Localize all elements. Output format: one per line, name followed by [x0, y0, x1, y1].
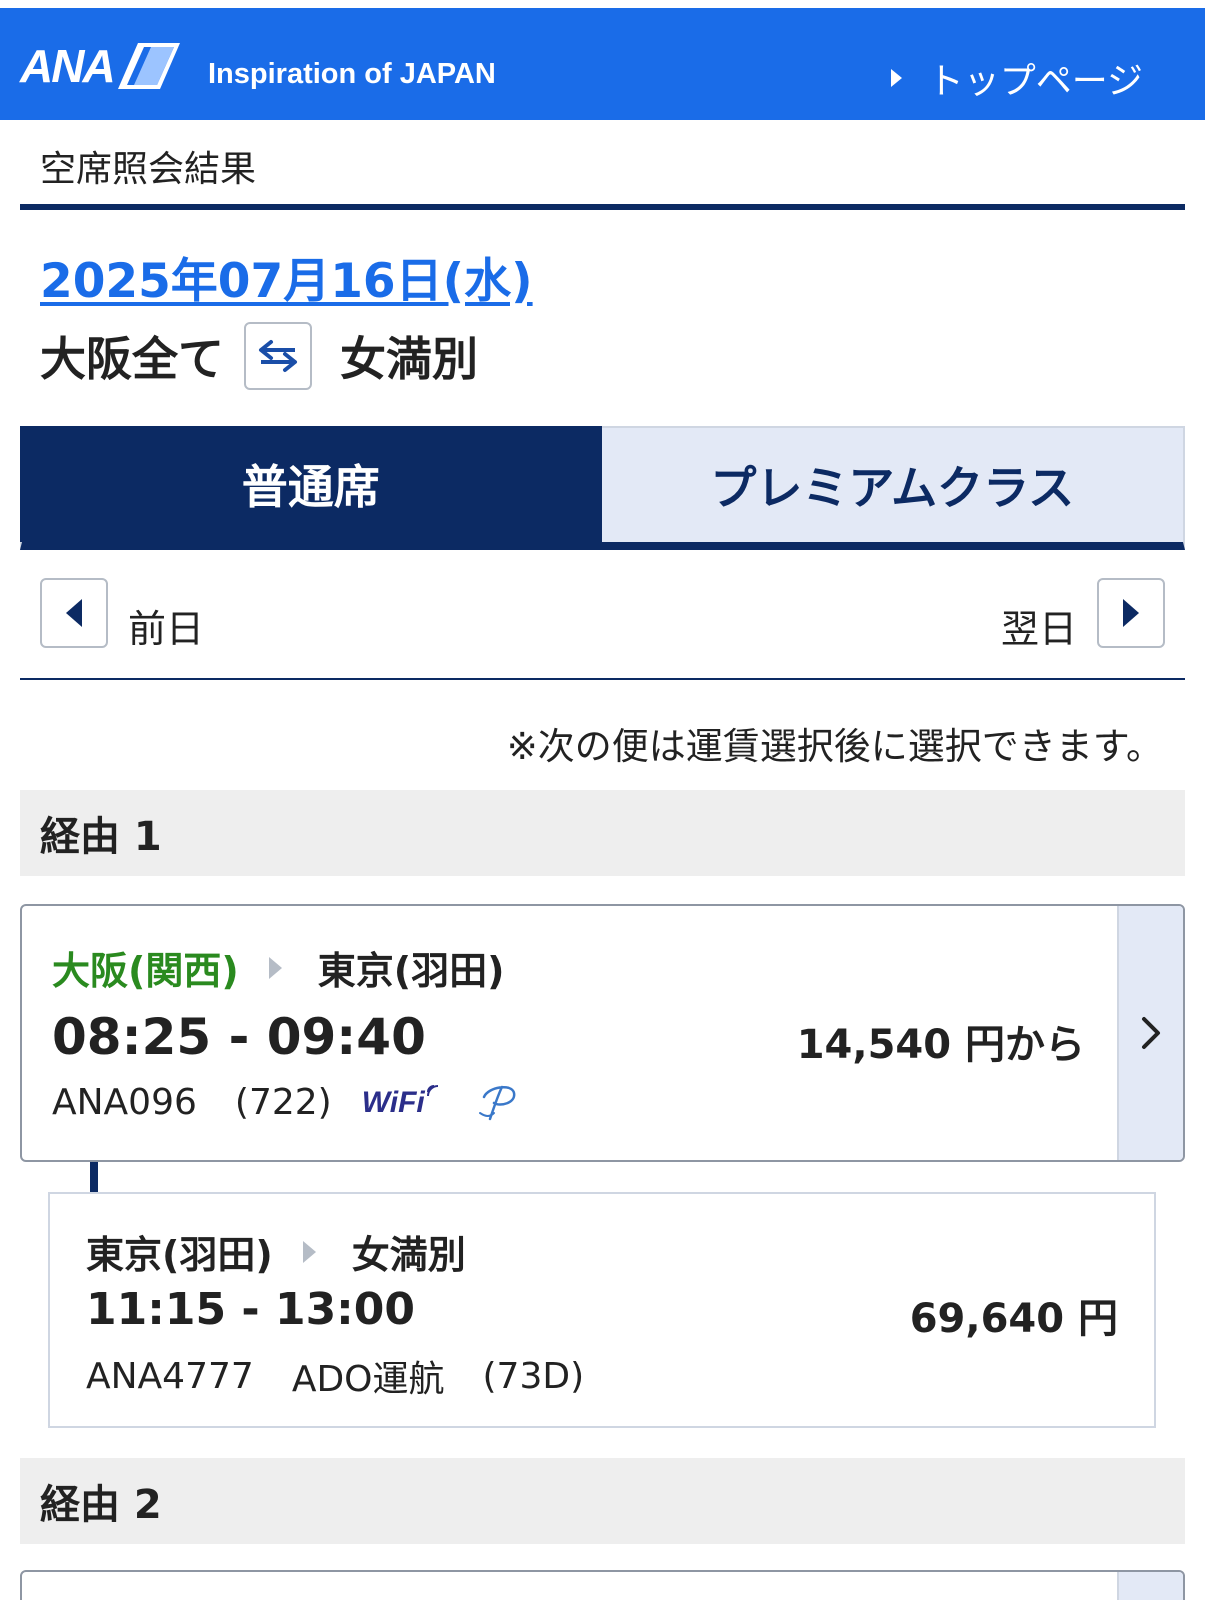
- segment-origin: 東京(羽田): [86, 1233, 273, 1277]
- segment-destination: 女満別: [351, 1233, 466, 1277]
- ana-logo[interactable]: ANA: [20, 40, 180, 92]
- segment-route: 大阪(関西) 東京(羽田): [52, 940, 505, 995]
- operator: ADO運航: [291, 1359, 445, 1400]
- flight-number: ANA096: [52, 1082, 197, 1123]
- wifi-label: WiFi: [361, 1085, 425, 1119]
- swap-route-button[interactable]: [244, 322, 312, 390]
- route-arrow-icon: [268, 956, 282, 979]
- flight-number: ANA4777: [86, 1355, 254, 1397]
- aircraft-type: (722): [234, 1082, 332, 1123]
- origin-city: 大阪全て: [40, 332, 224, 386]
- itinerary-detail-button[interactable]: [1117, 906, 1183, 1160]
- itinerary-card[interactable]: 大阪(関西) 東京(羽田) 08:25 - 09:40 14,540 円から A…: [20, 904, 1185, 1162]
- cabin-tabs: 普通席 プレミアムクラス: [20, 426, 1185, 550]
- caret-right-icon: [1123, 599, 1139, 627]
- previous-day-button[interactable]: [40, 578, 108, 648]
- next-day-button[interactable]: [1097, 578, 1165, 648]
- route-summary: 大阪全て 女満別: [40, 322, 478, 390]
- title-divider: [20, 204, 1185, 210]
- swap-arrows-icon: [259, 340, 297, 372]
- tab-economy[interactable]: 普通席: [20, 426, 602, 542]
- flight-info: ANA096 (722) WiFi: [52, 1082, 518, 1123]
- caret-right-icon: [890, 69, 902, 87]
- selection-notice: ※次の便は運賃選択後に選択できます。: [506, 725, 1163, 768]
- connecting-segment-card: 東京(羽田) 女満別 11:15 - 13:00 69,640 円 ANA477…: [48, 1192, 1156, 1428]
- flight-info: ANA4777 ADO運航 (73D): [86, 1350, 584, 1402]
- wifi-icon: WiFi: [361, 1084, 440, 1120]
- premium-class-icon: [478, 1085, 516, 1120]
- segment-price: 14,540 円から: [796, 1022, 1085, 1068]
- wifi-signal-icon: [426, 1084, 438, 1096]
- itinerary-header: 経由 1: [20, 790, 1185, 876]
- route-arrow-icon: [302, 1240, 316, 1263]
- top-page-link[interactable]: トップページ: [890, 52, 1143, 104]
- tab-premium[interactable]: プレミアムクラス: [601, 428, 1183, 542]
- chevron-right-icon: [1142, 1017, 1160, 1049]
- itinerary-detail-button[interactable]: [1117, 1572, 1183, 1600]
- caret-left-icon: [66, 599, 82, 627]
- segment-time: 08:25 - 09:40: [52, 1008, 426, 1066]
- logo-text: ANA: [20, 40, 116, 92]
- segment-connector: [90, 1162, 98, 1192]
- top-page-label: トップページ: [927, 61, 1143, 102]
- segment-origin: 大阪(関西): [52, 949, 239, 993]
- app-header: ANA Inspiration of JAPAN トップページ: [0, 8, 1205, 120]
- date-link[interactable]: 2025年07月16日(水): [40, 242, 533, 311]
- destination-city: 女満別: [340, 332, 478, 386]
- previous-day-label[interactable]: 前日: [128, 598, 204, 653]
- segment-destination: 東京(羽田): [317, 949, 505, 993]
- segment-time: 11:15 - 13:00: [86, 1284, 416, 1335]
- itinerary-card[interactable]: [20, 1570, 1185, 1600]
- day-navigation: 前日 翌日: [20, 578, 1185, 680]
- itinerary-header: 経由 2: [20, 1458, 1185, 1544]
- aircraft-type: (73D): [482, 1355, 585, 1397]
- tagline: Inspiration of JAPAN: [208, 58, 496, 90]
- next-day-label[interactable]: 翌日: [1001, 598, 1077, 653]
- segment-price: 69,640 円: [909, 1296, 1118, 1342]
- page-title: 空席照会結果: [40, 149, 257, 190]
- segment-route: 東京(羽田) 女満別: [86, 1224, 466, 1279]
- ana-wing-icon: [117, 43, 180, 89]
